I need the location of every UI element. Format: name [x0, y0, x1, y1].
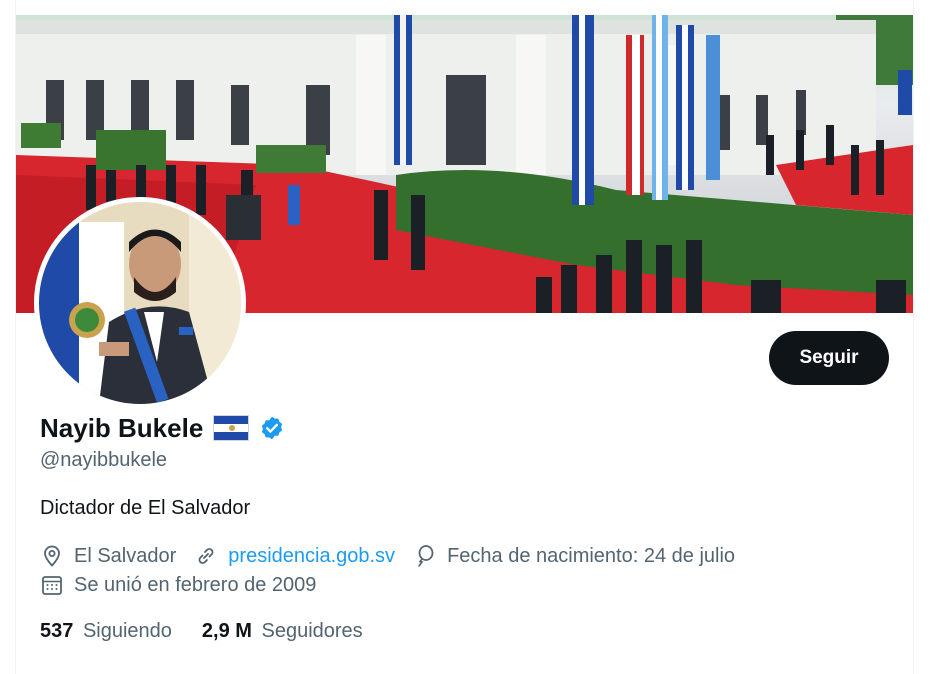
following-stat[interactable]: 537 Siguiendo: [40, 620, 172, 643]
profile-name: Nayib Bukele: [40, 412, 204, 443]
el-salvador-flag-icon: [213, 415, 250, 441]
website-item: presidencia.gob.sv: [194, 544, 395, 568]
location-text: El Salvador: [74, 544, 177, 567]
following-count: 537: [40, 620, 74, 642]
birthday-item: Fecha de nacimiento: 24 de julio: [413, 544, 735, 568]
profile-handle: @nayibbukele: [40, 449, 168, 471]
followers-label: Seguidores: [261, 620, 363, 642]
birthday-text: Fecha de nacimiento: 24 de julio: [447, 544, 736, 567]
follow-button[interactable]: Seguir: [769, 331, 889, 385]
profile-meta-row: El Salvador presidencia.gob.sv Fecha de …: [40, 544, 753, 568]
calendar-icon: [42, 576, 62, 595]
profile-bio: Dictador de El Salvador: [40, 497, 251, 519]
joined-text: Se unió en febrero de 2009: [74, 573, 317, 596]
avatar-image: [39, 202, 241, 404]
followers-count: 2,9 M: [201, 620, 252, 642]
avatar[interactable]: [34, 197, 246, 409]
balloon-icon: [418, 545, 434, 567]
website-link[interactable]: presidencia.gob.sv: [228, 545, 395, 568]
following-label: Siguiendo: [82, 620, 172, 642]
followers-stat[interactable]: 2,9 M Seguidores: [202, 620, 363, 643]
profile-stats: 537 Siguiendo 2,9 M Seguidores: [40, 620, 393, 643]
joined-item: Se unió en febrero de 2009: [40, 573, 316, 597]
verified-badge-icon[interactable]: [259, 415, 285, 441]
profile-name-row: Nayib Bukele: [40, 410, 285, 446]
profile-meta-row-2: Se unió en febrero de 2009: [40, 573, 334, 597]
location-pin-icon: [44, 545, 60, 567]
link-icon: [198, 548, 214, 564]
location-item: El Salvador: [40, 544, 176, 568]
